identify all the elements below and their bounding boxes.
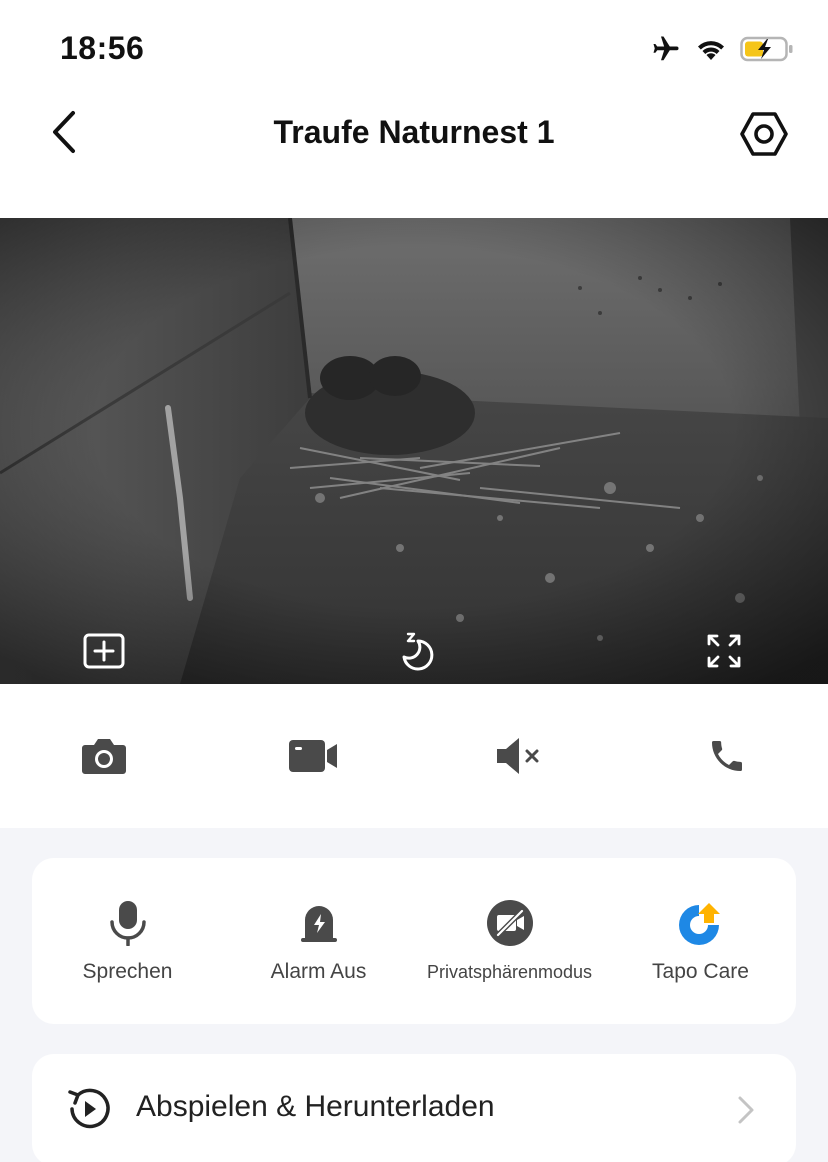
feature-label: Alarm Aus [270,960,367,983]
phone-icon [712,741,742,771]
airplane-icon [650,34,682,64]
privacy-mode-icon [486,900,533,946]
camera-icon [82,739,126,774]
settings-button[interactable] [736,106,792,162]
tapo-care-button[interactable]: Tapo Care [605,858,796,1024]
night-mode-button[interactable] [386,623,442,679]
record-video-icon [289,740,337,772]
mute-button[interactable] [483,724,553,788]
fullscreen-button[interactable] [696,623,752,679]
wifi-icon [694,36,728,62]
speaker-muted-icon [497,738,539,774]
alarm-button[interactable]: Alarm Aus [223,858,414,1024]
feature-label: Privatsphärenmodus [426,962,593,982]
tapo-care-icon [678,903,720,945]
alarm-icon [300,906,337,942]
feature-label: Sprechen [82,960,173,983]
camera-video-feed[interactable] [0,218,828,684]
night-mode-icon [402,632,434,671]
settings-hexagon-icon [740,112,788,156]
playback-download-row[interactable]: Abspielen & Herunterladen [32,1054,796,1162]
playback-history-icon [68,1088,110,1129]
talk-button[interactable]: Sprechen [32,858,223,1024]
status-bar: 18:56 [0,0,828,100]
add-view-button[interactable] [76,623,132,679]
call-button[interactable] [692,724,762,788]
controls-panel: Sprechen Alarm Aus Privatsphärenmodus Ta… [0,828,828,1162]
feature-label: Tapo Care [652,960,749,983]
playback-label: Abspielen & Herunterladen [136,1090,495,1123]
battery-charging-icon [740,35,794,63]
privacy-mode-button[interactable]: Privatsphärenmodus [414,858,605,1024]
feature-card: Sprechen Alarm Aus Privatsphärenmodus Ta… [32,858,796,1024]
nav-header: Traufe Naturnest 1 [0,100,828,218]
add-view-icon [83,633,125,669]
chevron-right-icon [738,1096,754,1124]
microphone-icon [109,901,146,946]
page-title: Traufe Naturnest 1 [273,114,555,150]
record-button[interactable] [278,724,348,788]
nest-box-image [0,218,828,684]
status-time: 18:56 [60,30,145,66]
fullscreen-icon [707,634,741,668]
snapshot-button[interactable] [69,724,139,788]
action-bar [0,684,828,828]
